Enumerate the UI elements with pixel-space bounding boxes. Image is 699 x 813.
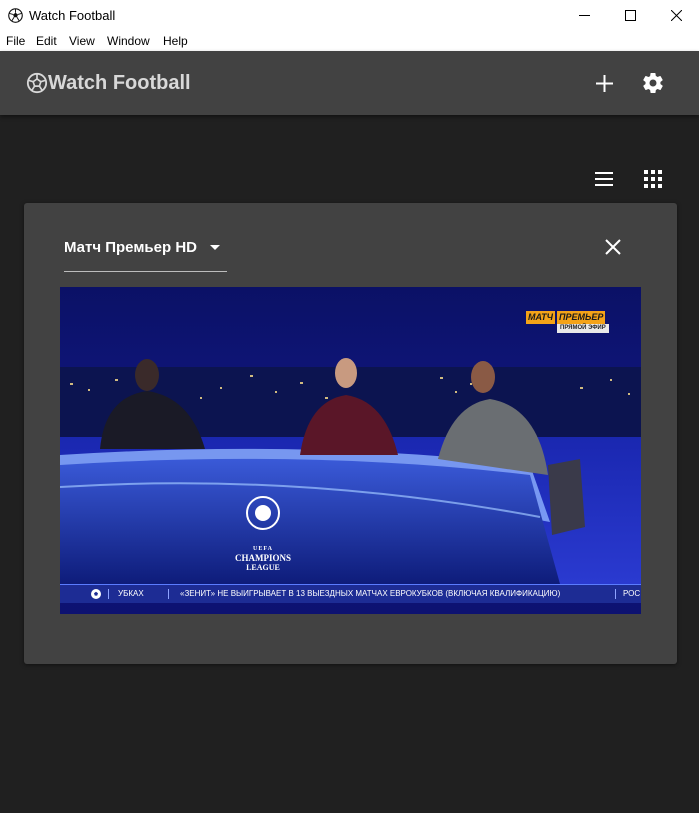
video-player[interactable]: МАТЧ ПРЕМЬЕР ПРЯМОЙ ЭФИР UEFA CHAMPIONS … — [60, 287, 641, 614]
menu-edit[interactable]: Edit — [36, 34, 57, 48]
menu-bar: File Edit View Window Help — [0, 31, 699, 51]
channel-dropdown-value: Матч Премьер HD — [64, 239, 197, 256]
maximize-icon — [624, 10, 636, 21]
settings-button[interactable] — [640, 70, 666, 96]
ucl-logo-text: UEFA CHAMPIONS LEAGUE — [223, 545, 303, 572]
caret-down-icon — [210, 245, 220, 250]
video-frame — [60, 287, 641, 614]
ticker-separator — [615, 589, 616, 599]
close-icon — [670, 10, 682, 21]
window-title: Watch Football — [29, 8, 116, 23]
soccer-ball-icon — [8, 8, 23, 23]
ucl-bottom-text: LEAGUE — [246, 563, 280, 572]
grid-view-button[interactable] — [642, 168, 664, 190]
maximize-button[interactable] — [607, 0, 653, 31]
menu-help[interactable]: Help — [163, 34, 188, 48]
channel-card: Матч Премьер HD МАТЧ ПРЕМЬЕР ПРЯМОЙ ЭФИР… — [24, 203, 677, 664]
close-icon — [605, 239, 621, 255]
logo-left-text: МАТЧ — [526, 311, 555, 324]
ticker-text-3: РОС — [623, 589, 641, 598]
news-ticker: УБКАХ «ЗЕНИТ» НЕ ВЫИГРЫВАЕТ В 13 ВЫЕЗДНЫ… — [60, 584, 641, 603]
menu-view[interactable]: View — [69, 34, 95, 48]
soccer-ball-icon — [91, 589, 101, 599]
channel-logo: МАТЧ ПРЕМЬЕР ПРЯМОЙ ЭФИР — [526, 311, 611, 335]
ticker-separator — [108, 589, 109, 599]
ticker-text-1: УБКАХ — [118, 589, 144, 598]
list-view-icon — [595, 172, 613, 186]
soccer-ball-icon — [26, 72, 48, 94]
list-view-button[interactable] — [593, 168, 615, 190]
ucl-mid-text: CHAMPIONS — [235, 553, 291, 563]
logo-right-text: ПРЕМЬЕР — [556, 311, 606, 324]
close-window-button[interactable] — [653, 0, 699, 31]
menu-file[interactable]: File — [6, 34, 25, 48]
app-title: Watch Football — [48, 72, 191, 94]
logo-live-label: ПРЯМОЙ ЭФИР — [557, 324, 609, 333]
ticker-separator — [168, 589, 169, 599]
plus-icon — [596, 75, 613, 92]
window-title-bar: Watch Football — [0, 0, 699, 31]
gear-icon — [643, 73, 663, 94]
ticker-text-2: «ЗЕНИТ» НЕ ВЫИГРЫВАЕТ В 13 ВЫЕЗДНЫХ МАТЧ… — [180, 589, 561, 598]
minimize-icon — [578, 15, 590, 16]
minimize-button[interactable] — [561, 0, 607, 31]
menu-window[interactable]: Window — [107, 34, 150, 48]
close-player-button[interactable] — [603, 237, 623, 257]
app-header: Watch Football — [0, 51, 699, 115]
channel-dropdown[interactable]: Матч Премьер HD — [64, 235, 227, 272]
grid-view-icon — [644, 170, 662, 188]
add-channel-button[interactable] — [592, 71, 617, 96]
